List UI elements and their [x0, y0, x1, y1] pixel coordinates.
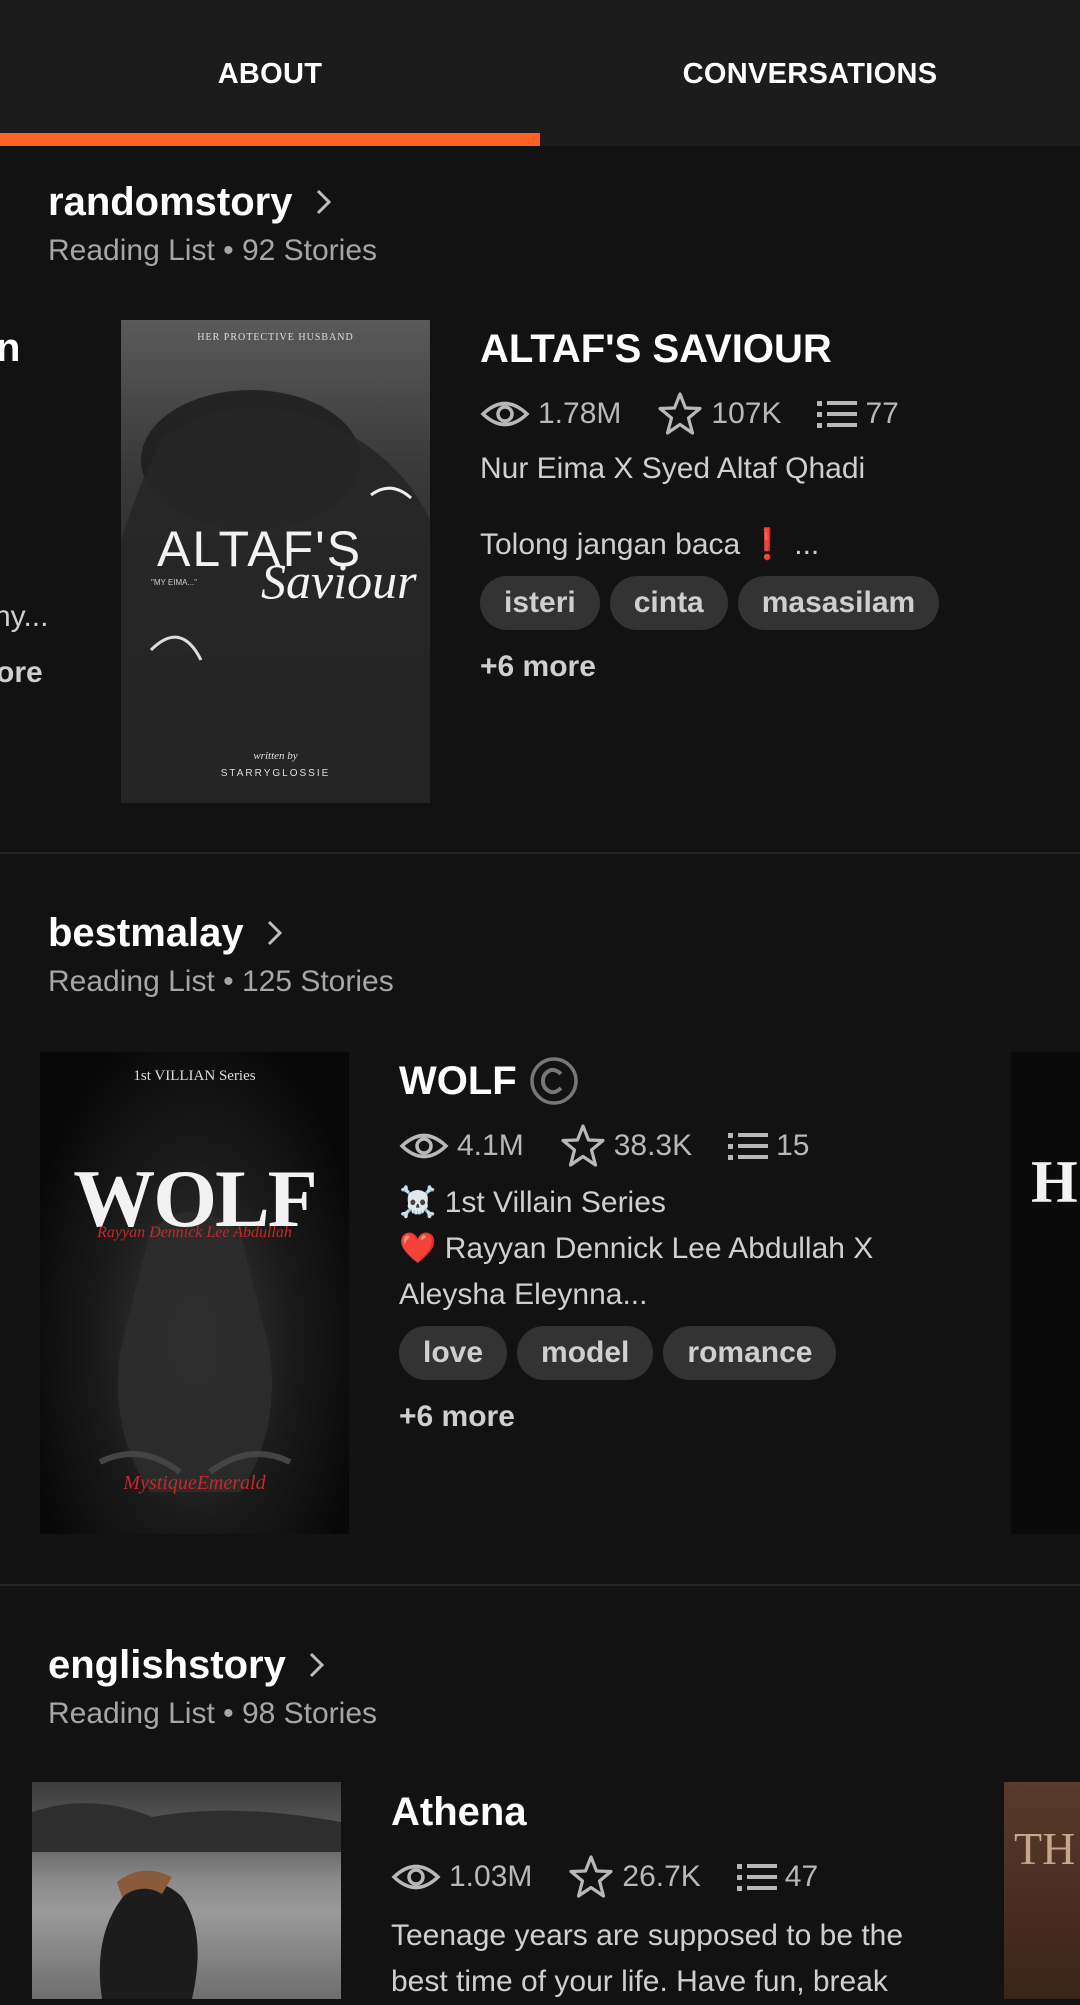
reading-list-header[interactable]: bestmalay Reading List • 125 Stories: [48, 907, 394, 999]
parts-count: 15: [776, 1129, 810, 1162]
story-description-line: Tolong jangan baca ❗ ...: [480, 528, 820, 561]
tag-chip[interactable]: cinta: [609, 576, 728, 630]
reading-list-title: bestmalay: [48, 910, 244, 955]
cover-tagline: "MY EIMA...": [151, 578, 197, 587]
story-description-line: Aleysha Eleynna...: [399, 1278, 648, 1311]
tag-chip[interactable]: love: [399, 1326, 508, 1380]
offscreen-story-title-fragment: n: [0, 326, 21, 370]
active-tab-indicator: [0, 133, 540, 146]
more-tags-link[interactable]: +6 more: [399, 1400, 999, 1434]
reading-list-subtitle: Reading List • 92 Stories: [48, 234, 378, 267]
tab-about-label: ABOUT: [217, 57, 323, 90]
chevron-right-icon: [267, 920, 282, 946]
tab-conversations-label: CONVERSATIONS: [682, 57, 938, 90]
story-stats: 1.03M 26.7K 47: [391, 1855, 991, 1899]
offscreen-story-more-fragment: ore: [0, 656, 43, 689]
list-icon: [817, 401, 858, 428]
tag-chip[interactable]: isteri: [480, 576, 600, 630]
story-info[interactable]: Athena 1.03M 26.7K 47 Teenage years are …: [391, 1787, 991, 2005]
tab-about[interactable]: ABOUT: [0, 0, 540, 146]
story-info[interactable]: WOLF 4.1M 38.3K 15 ☠️ 1st Villain Series…: [399, 1056, 999, 1434]
chevron-right-icon: [316, 189, 331, 215]
reads-count: 4.1M: [457, 1129, 524, 1162]
story-description-line: Teenage years are supposed to be the: [391, 1919, 904, 1952]
story-info[interactable]: ALTAF'S SAVIOUR 1.78M 107K 77 Nur Eima X…: [480, 324, 1060, 684]
story-cover[interactable]: [32, 1782, 341, 1999]
next-story-cover[interactable]: TH: [1004, 1782, 1080, 1999]
story-stats: 4.1M 38.3K 15: [399, 1124, 999, 1168]
list-icon: [728, 1133, 769, 1160]
eye-icon: [399, 1133, 449, 1159]
tab-conversations[interactable]: CONVERSATIONS: [540, 0, 1080, 146]
story-cover[interactable]: HER PROTECTIVE HUSBAND ALTAF'S Saviour "…: [121, 320, 430, 803]
parts-count: 47: [784, 1860, 819, 1893]
cover-author-script: written by: [253, 750, 298, 762]
eye-icon: [391, 1864, 441, 1890]
cover-top-text: 1st VILLIAN Series: [133, 1068, 256, 1084]
tab-bar: ABOUT CONVERSATIONS: [0, 0, 1080, 146]
star-icon: [658, 392, 702, 435]
votes-count: 38.3K: [613, 1129, 693, 1162]
tag-list: love model romance: [399, 1326, 999, 1380]
section-divider: [0, 852, 1080, 854]
cover-author: STARRYGLOSSIE: [220, 768, 331, 779]
reading-list-header[interactable]: englishstory Reading List • 98 Stories: [48, 1639, 377, 1731]
eye-icon: [480, 401, 530, 427]
story-description-line: ☠️ 1st Villain Series: [399, 1186, 666, 1219]
tag-chip[interactable]: model: [517, 1326, 654, 1380]
offscreen-story-desc-fragment: ny...: [0, 600, 49, 633]
list-icon: [736, 1864, 777, 1891]
votes-count: 26.7K: [622, 1860, 701, 1893]
story-title: Athena: [391, 1789, 527, 1834]
cover-author: MystiqueEmerald: [123, 1472, 266, 1494]
tag-chip[interactable]: masasilam: [737, 576, 940, 630]
cover-script-text: Rayyan Dennick Lee Abdullah: [97, 1224, 292, 1241]
reading-list-header[interactable]: randomstory Reading List • 92 Stories: [48, 176, 377, 268]
cover-top-text: HER PROTECTIVE HUSBAND: [197, 332, 354, 343]
star-icon: [561, 1124, 605, 1167]
story-description-line: ❤️ Rayyan Dennick Lee Abdullah X: [399, 1232, 874, 1265]
reads-count: 1.78M: [538, 397, 622, 430]
cover-artwork: [98, 1212, 292, 1492]
reading-list-subtitle: Reading List • 125 Stories: [48, 965, 394, 998]
next-story-cover[interactable]: H: [1011, 1052, 1080, 1534]
reads-count: 1.03M: [449, 1860, 533, 1893]
copyright-icon: [529, 1057, 578, 1105]
tag-list: isteri cinta masasilam: [480, 576, 1060, 630]
story-cover[interactable]: 1st VILLIAN Series WOLF Rayyan Dennick L…: [40, 1052, 349, 1534]
star-icon: [569, 1855, 613, 1898]
next-cover-text: H: [1031, 1149, 1078, 1215]
chevron-right-icon: [309, 1652, 324, 1678]
more-tags-link[interactable]: +6 more: [480, 650, 1060, 684]
story-title: WOLF: [399, 1058, 517, 1103]
section-divider: [0, 1584, 1080, 1586]
reading-list-title: randomstory: [48, 179, 293, 224]
story-title: ALTAF'S SAVIOUR: [480, 326, 832, 371]
story-description-line: best time of your life. Have fun, break: [391, 1965, 888, 1998]
story-description-line: Nur Eima X Syed Altaf Qhadi: [480, 452, 866, 485]
story-stats: 1.78M 107K 77: [480, 392, 1060, 436]
reading-list-subtitle: Reading List • 98 Stories: [48, 1697, 378, 1730]
reading-list-title: englishstory: [48, 1642, 286, 1687]
cover-artwork: [32, 1803, 341, 1999]
next-cover-text: TH: [1014, 1823, 1076, 1874]
parts-count: 77: [865, 397, 899, 430]
votes-count: 107K: [711, 397, 782, 430]
tag-chip[interactable]: romance: [663, 1326, 837, 1380]
cover-script-text: Saviour: [261, 553, 417, 609]
